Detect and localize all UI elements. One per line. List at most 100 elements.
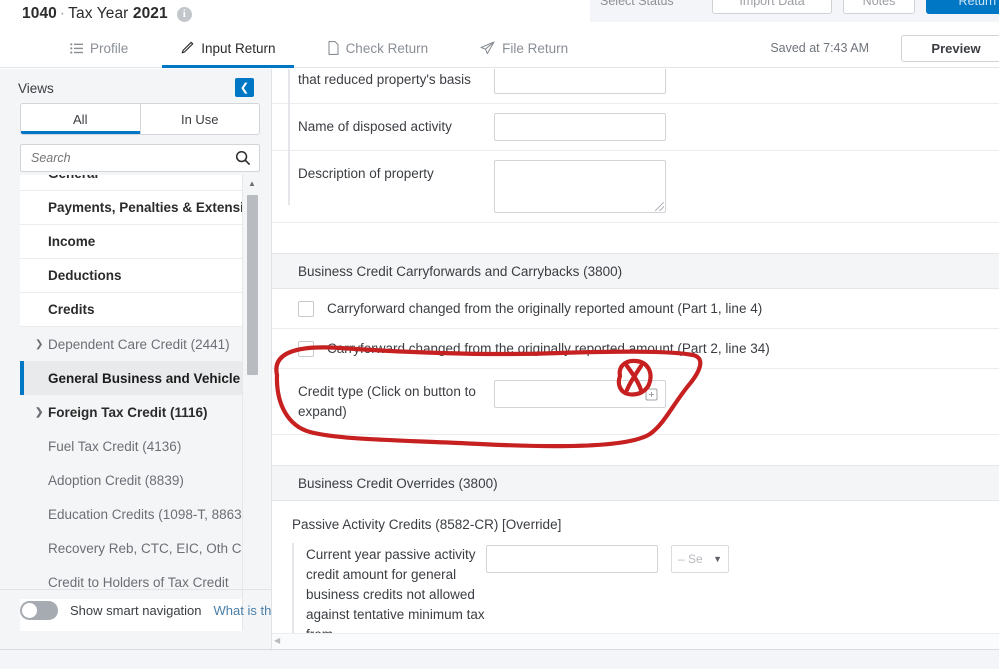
sidebar-item-foreign-tax-credit-label: Foreign Tax Credit (1116) [48,404,208,420]
carryforward-part1-checkbox[interactable] [298,300,314,317]
sidebar-scrollbar[interactable]: ▲ ▼ [242,175,260,645]
pencil-icon [180,41,194,55]
navigation-tabs: Profile Input Return Check Return File R… [44,28,594,68]
sidebar-item-income[interactable]: Income [20,225,242,259]
passive-activity-credit-input[interactable] [486,544,658,573]
tab-input-return-label: Input Return [201,40,276,56]
tab-file-return-label: File Return [502,40,569,56]
form-group-rule [288,69,290,205]
sidebar-item-adoption-credit[interactable]: Adoption Credit (8839) [20,463,242,497]
carryforward-part2-label: Carryforward changed from the originally… [327,341,770,356]
form-row-reduced-basis-label: that reduced property's basis [298,72,471,87]
views-filter-segmented-control: All In Use [20,103,260,135]
checkbox-row-part1-line4[interactable]: Carryforward changed from the originally… [272,289,999,329]
main-navigation-bar: Profile Input Return Check Return File R… [0,28,999,68]
name-of-disposed-activity-input[interactable] [494,113,666,141]
notes-button[interactable]: Notes [843,0,915,14]
sidebar-scrollbar-thumb[interactable] [247,195,258,375]
sidebar-search [20,144,260,172]
return-actions-button[interactable]: Return Ac [926,0,999,14]
credit-type-input[interactable] [494,380,666,408]
sidebar-item-deductions[interactable]: Deductions [20,259,242,293]
chevron-left-icon[interactable]: ❮ [235,78,254,97]
sidebar-item-credits[interactable]: Credits [20,293,242,327]
application-window: Select Status Import Data Notes Return A… [0,0,999,669]
sidebar-item-foreign-tax-credit[interactable]: ❯ Foreign Tax Credit (1116) [20,395,242,429]
sidebar-nav-list: General Payments, Penalties & Extensions… [20,175,260,599]
smart-navigation-label: Show smart navigation [70,603,202,618]
tab-profile-label: Profile [90,40,129,56]
scroll-up-arrow-icon[interactable]: ▲ [243,176,260,190]
select-status-label[interactable]: Select Status [600,0,674,8]
toggle-knob [22,603,37,618]
saved-status: Saved at 7:43 AM [770,41,869,55]
passive-activity-select[interactable]: – Se ▼ [671,544,729,573]
chevron-right-icon[interactable]: ❯ [35,339,43,350]
views-header: Views ❮ [0,74,272,102]
sidebar-nav-list-container: General Payments, Penalties & Extensions… [20,175,260,645]
search-icon[interactable] [235,150,251,166]
section-spacer [272,223,999,253]
tab-profile[interactable]: Profile [44,28,154,68]
tab-file-return[interactable]: File Return [454,28,594,68]
passive-activity-select-value: – Se [678,551,703,566]
window-bottom-bar [0,649,999,669]
section-spacer-2 [272,435,999,466]
resize-grip-icon[interactable] [655,202,664,211]
form-body: that reduced property's basis Name of di… [272,69,999,645]
credit-type-label: Credit type (Click on button to expand) [298,384,476,419]
name-of-disposed-activity-label: Name of disposed activity [298,119,452,134]
reduced-basis-input[interactable] [494,69,666,94]
tab-check-return-label: Check Return [345,40,429,56]
chevron-down-icon[interactable]: ▼ [713,554,722,564]
form-number: 1040 [22,5,57,22]
sidebar-item-recovery-reb-ctc-eic-oth-credits[interactable]: Recovery Reb, CTC, EIC, Oth Credits [20,531,260,565]
passive-activity-credits-heading: Passive Activity Credits (8582-CR) [Over… [292,517,562,533]
main-horizontal-scrollbar[interactable]: ◀ [272,633,999,649]
form-row-name-of-disposed-activity: Name of disposed activity [272,104,999,151]
page-title-bar: 1040 · Tax Year 2021 i [0,0,590,28]
smart-navigation-toggle[interactable] [20,601,58,620]
paper-plane-icon [480,41,495,55]
passive-group-rule [292,542,294,645]
section-header-carryforwards: Business Credit Carryforwards and Carryb… [272,253,999,289]
form-row-passive-activity-credit: Current year passive activity credit amo… [272,542,999,645]
views-filter-in-use[interactable]: In Use [141,104,260,134]
tab-input-return[interactable]: Input Return [154,28,301,68]
form-row-credit-type: Credit type (Click on button to expand) [272,369,999,436]
sidebar-footer-strip [0,631,272,649]
sidebar-item-general-business-and-vehicle-cr[interactable]: General Business and Vehicle Cr. [20,361,260,395]
main-content: that reduced property's basis Name of di… [272,69,999,649]
expand-button-icon[interactable] [641,384,662,405]
carryforward-part2-checkbox[interactable] [298,340,314,357]
import-data-button[interactable]: Import Data [712,0,832,14]
left-sidebar: Views ❮ All In Use General Payments, Pen… [0,69,288,669]
smart-navigation-row: Show smart navigation What is this? [0,589,288,631]
tax-year-value: 2021 [132,5,168,22]
passive-activity-controls: – Se ▼ [486,543,729,573]
sidebar-item-payments-penalties-extensions[interactable]: Payments, Penalties & Extensions [20,191,260,225]
preview-button[interactable]: Preview [901,35,999,62]
search-input[interactable] [29,150,235,166]
document-icon [328,41,339,55]
sidebar-item-dependent-care-credit[interactable]: ❯ Dependent Care Credit (2441) [20,327,242,361]
sidebar-item-general[interactable]: General [20,175,242,191]
sidebar-item-education-credits[interactable]: Education Credits (1098-T, 8863) [20,497,246,531]
form-row-description-of-property: Description of property [272,151,999,223]
views-label: Views [18,80,54,96]
carryforward-part1-label: Carryforward changed from the originally… [327,301,763,316]
section-header-overrides: Business Credit Overrides (3800) [272,465,999,502]
chevron-right-icon-foreign[interactable]: ❯ [35,407,43,418]
scroll-left-arrow-icon[interactable]: ◀ [274,636,280,645]
sidebar-item-dependent-care-credit-label: Dependent Care Credit (2441) [48,336,230,352]
passive-activity-credit-label: Current year passive activity credit amo… [306,546,485,642]
form-row-reduced-basis: that reduced property's basis [272,69,999,104]
tax-year-label: Tax Year [68,5,129,22]
checkbox-row-part2-line34[interactable]: Carryforward changed from the originally… [272,329,999,369]
description-of-property-textarea[interactable] [494,160,666,213]
page-title: 1040 · Tax Year 2021 [22,5,168,23]
sidebar-item-fuel-tax-credit[interactable]: Fuel Tax Credit (4136) [20,429,242,463]
views-filter-all[interactable]: All [21,104,141,134]
info-icon[interactable]: i [176,6,192,22]
tab-check-return[interactable]: Check Return [302,28,455,68]
